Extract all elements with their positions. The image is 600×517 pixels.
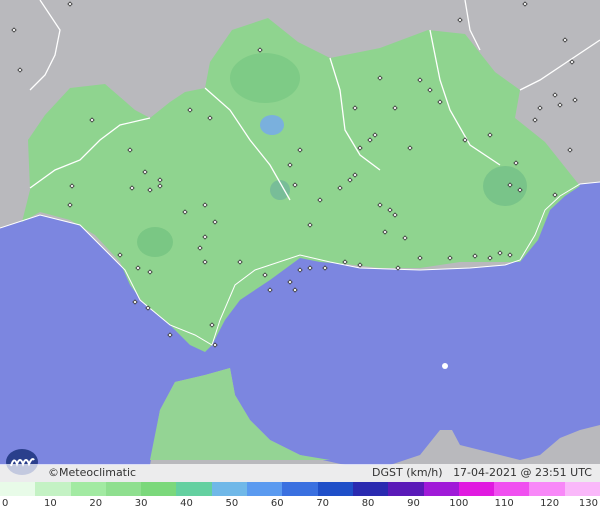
legend-swatch [529,482,566,496]
legend-swatch [35,482,72,496]
gust-spot-east [483,166,527,206]
legend-swatch [211,482,248,496]
legend-swatch [388,482,425,496]
legend-tick-label: 130 [578,498,598,509]
gust-spot-cordoba [260,115,284,135]
variable-label: DGST (km/h) [372,466,443,479]
legend-swatch [141,482,177,496]
legend-swatch [176,482,213,496]
gust-spot-cadiz [137,227,173,257]
gust-spot-central [230,53,300,103]
legend-tick-label: 20 [89,498,103,509]
legend-tick-label: 90 [407,498,420,509]
brand-label: ©Meteoclimatic [48,466,137,479]
legend-swatch [70,482,107,496]
legend-swatch [0,482,36,496]
legend-swatches [0,482,600,496]
legend-swatch [423,482,460,496]
legend-tick-label: 10 [44,498,57,509]
legend-tick-label: 110 [494,498,514,509]
legend-swatch [105,482,142,496]
legend-tick-label: 50 [225,498,239,509]
color-legend: 0 10 20 30 40 50 60 70 80 90 100 110 120 130 [0,482,600,517]
legend-tick-label: 80 [361,498,375,509]
legend-swatch [494,482,530,496]
timestamp-label: 17-04-2021 @ 23:51 UTC [453,466,592,479]
legend-swatch [282,482,319,496]
legend-swatch [564,482,600,496]
legend-tick-label: 120 [540,498,560,509]
legend-tick-label: 40 [180,498,193,509]
legend-swatch [247,482,283,496]
legend-ticks: 0 10 20 30 40 50 60 70 80 90 100 110 120 130 [0,496,600,517]
alboran-island [442,363,448,369]
map-footer: ©Meteoclimatic DGST (km/h) 17-04-2021 @ … [0,464,600,482]
legend-swatch [352,482,389,496]
legend-tick-label: 70 [316,498,330,509]
legend-tick-label: 100 [449,498,469,509]
legend-tick-label: 0 [2,498,9,509]
legend-swatch [317,482,354,496]
legend-swatch [458,482,495,496]
wind-gust-map [0,0,600,517]
legend-tick-label: 60 [270,498,284,509]
map-caption: DGST (km/h) 17-04-2021 @ 23:51 UTC [372,464,592,482]
legend-tick-label: 30 [134,498,148,509]
